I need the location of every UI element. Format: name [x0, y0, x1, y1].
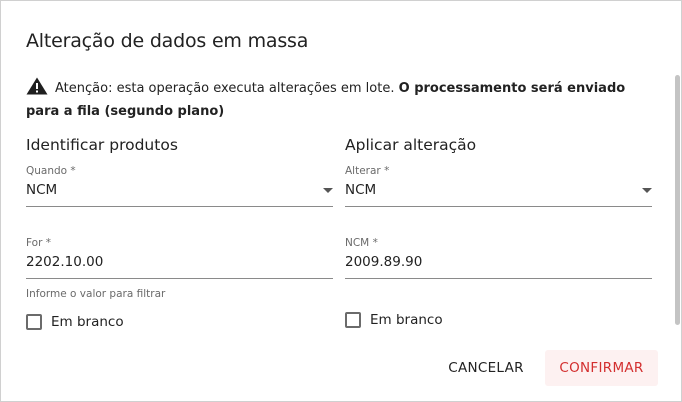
for-label: For * — [26, 237, 51, 249]
for-helper-text: Informe o valor para filtrar — [26, 288, 166, 300]
ncm-label: NCM * — [345, 237, 378, 249]
warning-message: Atenção: esta operação executa alteraçõe… — [26, 77, 651, 123]
cancel-button[interactable]: CANCELAR — [441, 350, 531, 386]
right-blank-label: Em branco — [370, 312, 443, 328]
chevron-down-icon[interactable] — [323, 188, 333, 193]
apply-change-title: Aplicar alteração — [345, 136, 477, 154]
ncm-input[interactable]: 2009.89.90 — [345, 249, 652, 279]
change-select-field[interactable]: NCM — [345, 177, 652, 207]
bulk-edit-dialog: Alteração de dados em massa Atenção: est… — [0, 0, 682, 402]
confirm-button[interactable]: CONFIRMAR — [545, 350, 658, 386]
ncm-field[interactable]: NCM * 2009.89.90 — [345, 237, 652, 279]
left-blank-checkbox[interactable] — [26, 314, 42, 330]
identify-products-title: Identificar produtos — [26, 136, 178, 154]
scrollbar[interactable] — [675, 75, 680, 325]
right-blank-checkbox-row[interactable]: Em branco — [345, 312, 443, 328]
for-field[interactable]: For * 2202.10.00 — [26, 237, 333, 279]
left-blank-label: Em branco — [51, 314, 124, 330]
right-blank-checkbox[interactable] — [345, 312, 361, 328]
warning-text: Atenção: esta operação executa alteraçõe… — [55, 81, 399, 96]
when-select[interactable]: Quando * NCM — [26, 165, 333, 207]
change-label: Alterar * — [345, 165, 390, 177]
dialog-title: Alteração de dados em massa — [26, 30, 309, 52]
left-blank-checkbox-row[interactable]: Em branco — [26, 314, 124, 330]
when-label: Quando * — [26, 165, 76, 177]
chevron-down-icon[interactable] — [642, 188, 652, 193]
change-select[interactable]: Alterar * NCM — [345, 165, 652, 207]
change-value: NCM — [345, 182, 377, 198]
when-value: NCM — [26, 182, 58, 198]
warning-icon — [26, 77, 48, 95]
for-input[interactable]: 2202.10.00 — [26, 249, 333, 279]
when-select-field[interactable]: NCM — [26, 177, 333, 207]
